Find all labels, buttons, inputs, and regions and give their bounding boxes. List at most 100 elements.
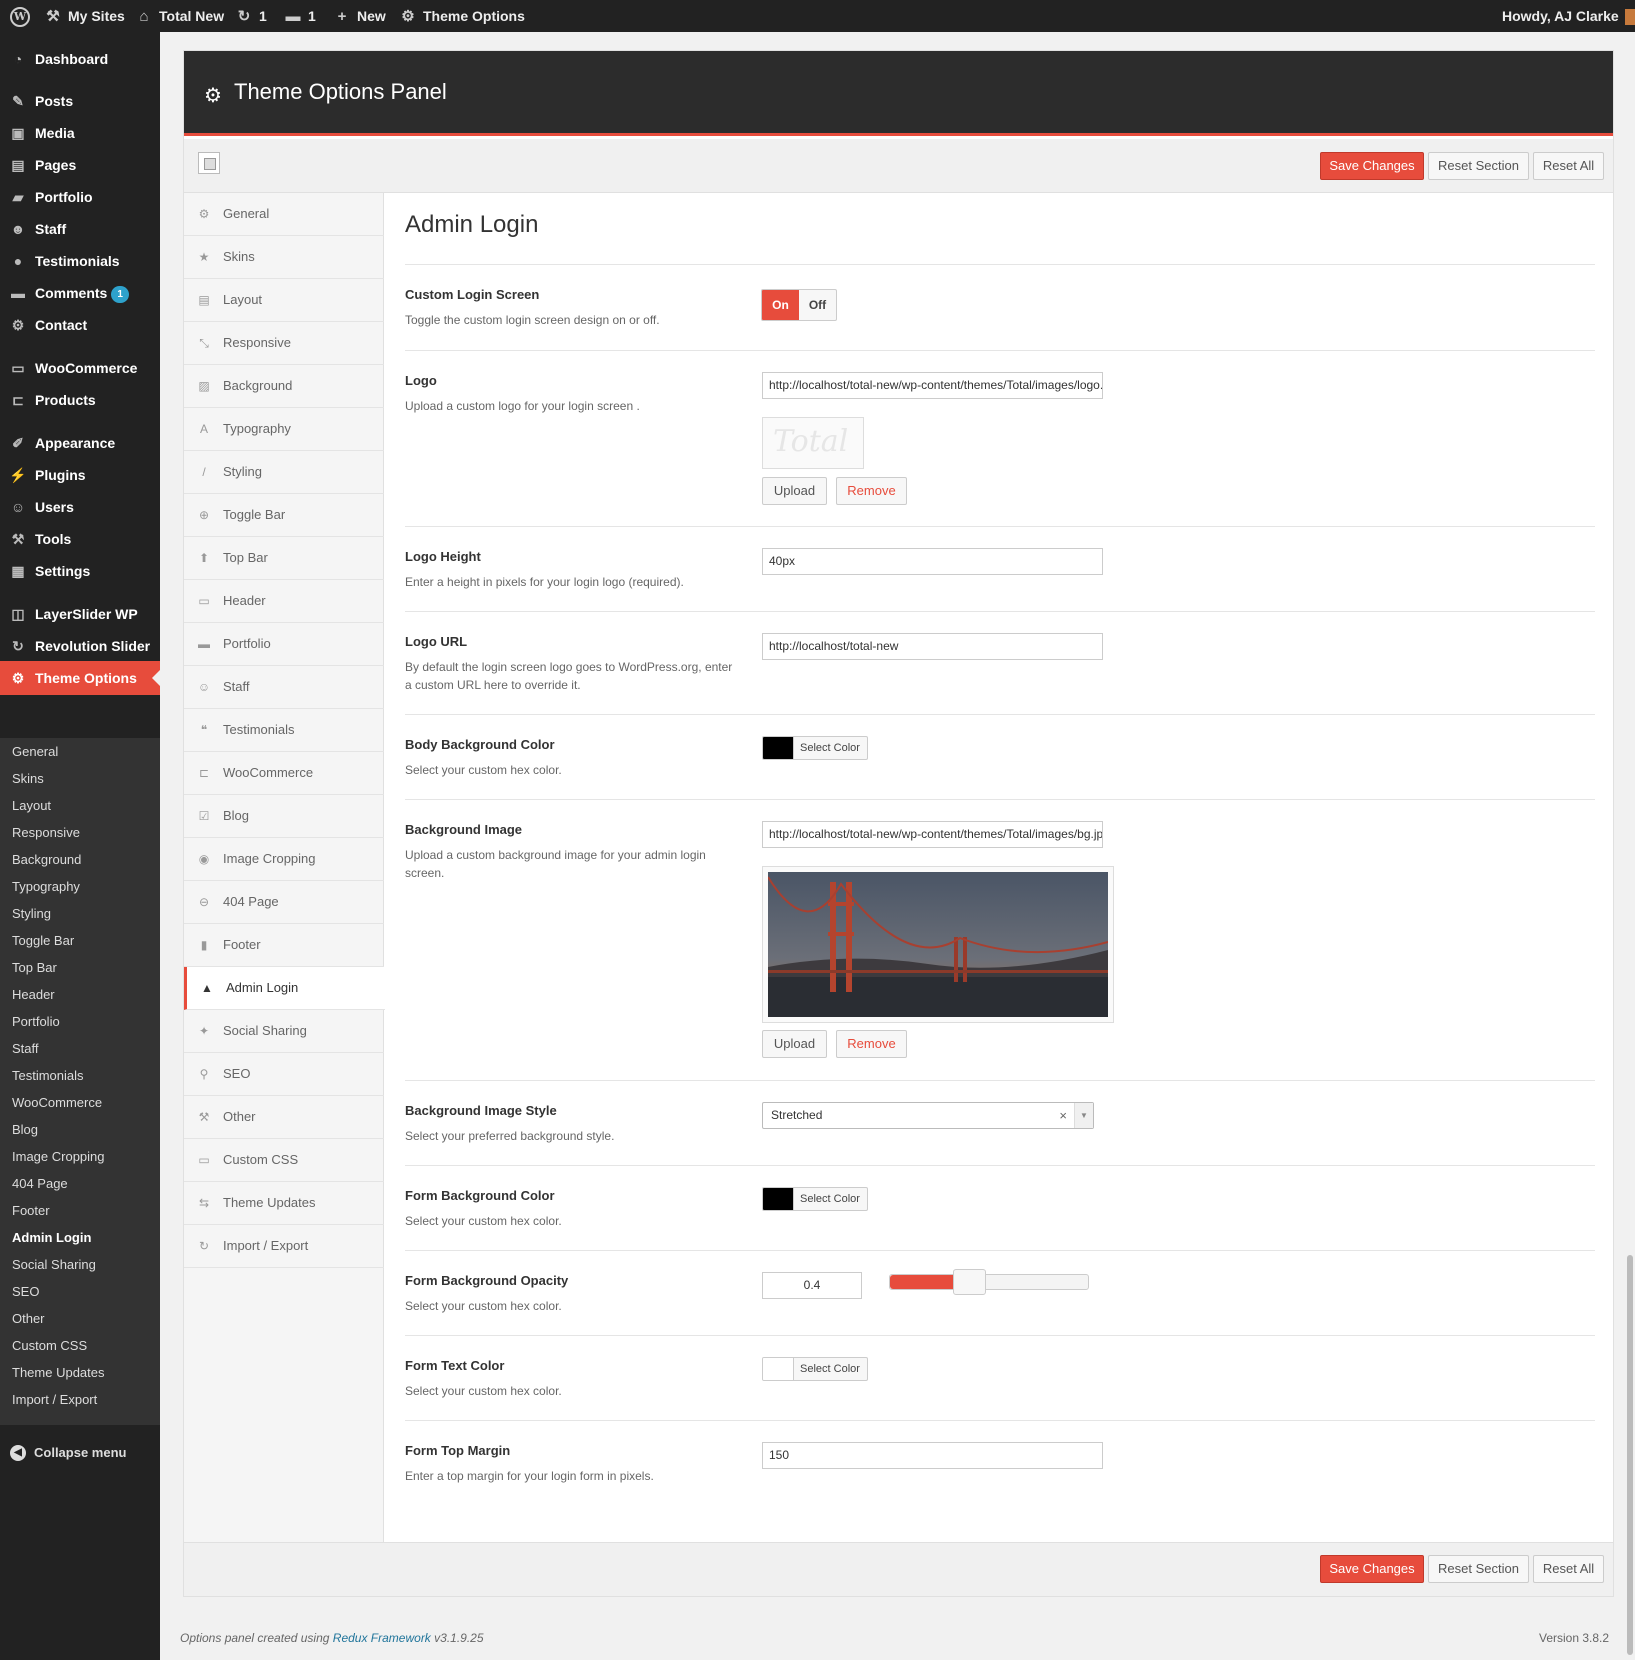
menu-item-portfolio[interactable]: ▰ Portfolio: [0, 180, 160, 214]
tab-general[interactable]: ⚙ General: [184, 193, 384, 236]
opacity-slider[interactable]: [889, 1269, 1089, 1295]
submenu-item-skins[interactable]: Skins: [12, 769, 44, 789]
menu-item-products[interactable]: ⊏ Products: [0, 383, 160, 417]
tab-styling[interactable]: / Styling: [184, 451, 384, 494]
site-name-link[interactable]: ⌂ Total New: [135, 0, 224, 32]
tab-staff[interactable]: ☺ Staff: [184, 666, 384, 709]
logo-height-input[interactable]: 40px: [762, 548, 1103, 575]
menu-item-plugins[interactable]: ⚡ Plugins: [0, 458, 160, 492]
submenu-item-admin-login[interactable]: Admin Login: [12, 1228, 91, 1248]
save-changes-button[interactable]: Save Changes: [1320, 152, 1424, 180]
menu-item-staff[interactable]: ☻ Staff: [0, 212, 160, 246]
bg-image-upload-button[interactable]: Upload: [762, 1030, 827, 1058]
tab-testimonials[interactable]: ❝ Testimonials: [184, 709, 384, 752]
submenu-item-footer[interactable]: Footer: [12, 1201, 50, 1221]
submenu-item-staff[interactable]: Staff: [12, 1039, 39, 1059]
submenu-item-toggle-bar[interactable]: Toggle Bar: [12, 931, 74, 951]
clear-icon[interactable]: ×: [1059, 1103, 1067, 1128]
theme-options-link[interactable]: ⚙ Theme Options: [399, 0, 525, 32]
bg-image-url-input[interactable]: http://localhost/total-new/wp-content/th…: [762, 821, 1103, 848]
tab-admin-login[interactable]: ▲ Admin Login: [184, 967, 385, 1010]
tab-background[interactable]: ▨ Background: [184, 365, 384, 408]
tab-custom-css[interactable]: ▭ Custom CSS: [184, 1139, 384, 1182]
submenu-item-other[interactable]: Other: [12, 1309, 45, 1329]
submenu-item-portfolio[interactable]: Portfolio: [12, 1012, 60, 1032]
tab-other[interactable]: ⚒ Other: [184, 1096, 384, 1139]
expand-options-icon[interactable]: [198, 152, 220, 174]
tab-responsive[interactable]: ⤡ Responsive: [184, 322, 384, 365]
logo-upload-button[interactable]: Upload: [762, 477, 827, 505]
submenu-item-top-bar[interactable]: Top Bar: [12, 958, 57, 978]
form-bg-color-picker[interactable]: Select Color: [762, 1187, 868, 1211]
submenu-item-woocommerce[interactable]: WooCommerce: [12, 1093, 102, 1113]
form-text-color-picker[interactable]: Select Color: [762, 1357, 868, 1381]
new-content-link[interactable]: + New: [333, 0, 386, 32]
submenu-item-responsive[interactable]: Responsive: [12, 823, 80, 843]
submenu-item-theme-updates[interactable]: Theme Updates: [12, 1363, 105, 1383]
reset-all-button[interactable]: Reset All: [1533, 152, 1604, 180]
slider-handle[interactable]: [953, 1269, 986, 1295]
menu-item-media[interactable]: ▣ Media: [0, 116, 160, 150]
logo-url-input[interactable]: http://localhost/total-new/wp-content/th…: [762, 372, 1103, 399]
tab-social-sharing[interactable]: ✦ Social Sharing: [184, 1010, 384, 1053]
submenu-item-background[interactable]: Background: [12, 850, 81, 870]
menu-item-comments[interactable]: ▬ Comments 1: [0, 276, 160, 310]
menu-item-posts[interactable]: ✎ Posts: [0, 84, 160, 118]
menu-item-revolution-slider[interactable]: ↻ Revolution Slider: [0, 629, 160, 663]
submenu-item-custom-css[interactable]: Custom CSS: [12, 1336, 87, 1356]
menu-item-appearance[interactable]: ✐ Appearance: [0, 426, 160, 460]
opacity-input[interactable]: 0.4: [762, 1272, 862, 1299]
menu-item-tools[interactable]: ⚒ Tools: [0, 522, 160, 556]
submenu-item-seo[interactable]: SEO: [12, 1282, 39, 1302]
submenu-item-404-page[interactable]: 404 Page: [12, 1174, 68, 1194]
tab-header[interactable]: ▭ Header: [184, 580, 384, 623]
submenu-item-header[interactable]: Header: [12, 985, 55, 1005]
menu-item-settings[interactable]: ▦ Settings: [0, 554, 160, 588]
tab-toggle-bar[interactable]: ⊕ Toggle Bar: [184, 494, 384, 537]
tab-theme-updates[interactable]: ⇆ Theme Updates: [184, 1182, 384, 1225]
bg-image-style-select[interactable]: Stretched × ▼: [762, 1102, 1094, 1129]
submenu-item-testimonials[interactable]: Testimonials: [12, 1066, 84, 1086]
tab-typography[interactable]: A Typography: [184, 408, 384, 451]
my-sites-link[interactable]: ⚒ My Sites: [44, 0, 125, 32]
body-bg-color-picker[interactable]: Select Color: [762, 736, 868, 760]
menu-item-pages[interactable]: ▤ Pages: [0, 148, 160, 182]
menu-item-theme-options[interactable]: ⚙ Theme Options: [0, 661, 160, 695]
menu-item-woocommerce[interactable]: ▭ WooCommerce: [0, 351, 160, 385]
tab-portfolio[interactable]: ▬ Portfolio: [184, 623, 384, 666]
tab-layout[interactable]: ▤ Layout: [184, 279, 384, 322]
tab-footer[interactable]: ▮ Footer: [184, 924, 384, 967]
reset-section-button[interactable]: Reset Section: [1428, 152, 1529, 180]
logo-remove-button[interactable]: Remove: [836, 477, 907, 505]
tab-404-page[interactable]: ⊖ 404 Page: [184, 881, 384, 924]
reset-all-button[interactable]: Reset All: [1533, 1555, 1604, 1583]
tab-skins[interactable]: ★ Skins: [184, 236, 384, 279]
chevron-down-icon[interactable]: ▼: [1074, 1103, 1093, 1128]
menu-item-layerslider-wp[interactable]: ◫ LayerSlider WP: [0, 597, 160, 631]
reset-section-button[interactable]: Reset Section: [1428, 1555, 1529, 1583]
submenu-item-image-cropping[interactable]: Image Cropping: [12, 1147, 105, 1167]
scrollbar[interactable]: [1627, 1255, 1633, 1655]
menu-item-contact[interactable]: ⚙ Contact: [0, 308, 160, 342]
updates-link[interactable]: ↻ 1: [235, 0, 267, 32]
toggle-on-button[interactable]: On: [762, 290, 799, 320]
submenu-item-typography[interactable]: Typography: [12, 877, 80, 897]
tab-import-export[interactable]: ↻ Import / Export: [184, 1225, 384, 1268]
tab-top-bar[interactable]: ⬆ Top Bar: [184, 537, 384, 580]
menu-item-testimonials[interactable]: ● Testimonials: [0, 244, 160, 278]
submenu-item-import-export[interactable]: Import / Export: [12, 1390, 97, 1410]
collapse-menu-button[interactable]: ◀ Collapse menu: [0, 1438, 160, 1468]
bg-image-remove-button[interactable]: Remove: [836, 1030, 907, 1058]
tab-seo[interactable]: ⚲ SEO: [184, 1053, 384, 1096]
submenu-item-social-sharing[interactable]: Social Sharing: [12, 1255, 96, 1275]
account-link[interactable]: Howdy, AJ Clarke: [1502, 0, 1635, 32]
form-top-margin-input[interactable]: 150: [762, 1442, 1103, 1469]
menu-item-dashboard[interactable]: ◔ Dashboard: [0, 42, 160, 76]
tab-image-cropping[interactable]: ◉ Image Cropping: [184, 838, 384, 881]
logo-link-input[interactable]: http://localhost/total-new: [762, 633, 1103, 660]
toggle-off-button[interactable]: Off: [799, 290, 836, 320]
tab-blog[interactable]: ☑ Blog: [184, 795, 384, 838]
submenu-item-styling[interactable]: Styling: [12, 904, 51, 924]
custom-login-toggle[interactable]: On Off: [761, 289, 837, 321]
wordpress-logo[interactable]: W: [10, 0, 30, 32]
